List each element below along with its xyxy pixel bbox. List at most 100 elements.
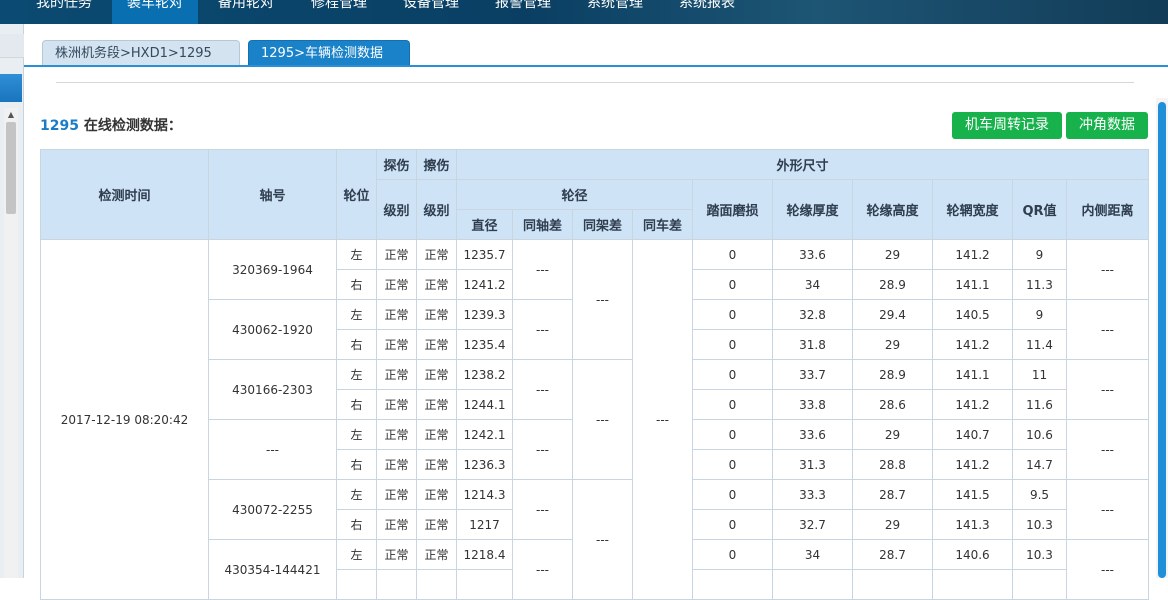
flange-height: 28.9 — [852, 359, 933, 390]
tab-underline — [24, 65, 1168, 67]
nav-item-system-reports[interactable]: 系统报表 — [676, 0, 738, 24]
scratch-level: 正常 — [416, 239, 457, 270]
divider — [56, 82, 1134, 83]
rim-width: 141.3 — [932, 509, 1013, 540]
rim-width: 141.5 — [932, 479, 1013, 510]
tread-wear: 0 — [692, 479, 773, 510]
tab-bar: 株洲机务段>HXD1>1295 1295>车辆检测数据 × — [24, 24, 1168, 87]
header-scratch-level: 级别 — [416, 179, 457, 240]
sidebar-active-item[interactable] — [0, 74, 22, 102]
flange-height: 28.9 — [852, 269, 933, 300]
flange-height: 28.6 — [852, 389, 933, 420]
axle-id: 430166-2303 — [208, 359, 337, 420]
tread-wear: 0 — [692, 449, 773, 480]
flange-thickness: 31.3 — [772, 449, 853, 480]
tread-wear: 0 — [692, 239, 773, 270]
flaw-level: 正常 — [376, 479, 417, 510]
same-axle-diff: --- — [512, 239, 573, 300]
impact-data-button[interactable]: 冲角数据 — [1066, 112, 1148, 139]
header-diameter: 直径 — [456, 209, 513, 240]
flange-height: 29 — [852, 239, 933, 270]
qr-value: 10.3 — [1012, 509, 1067, 540]
wheel-position: 左 — [336, 419, 377, 450]
wheel-position: 右 — [336, 449, 377, 480]
header-qr: QR值 — [1012, 179, 1067, 240]
same-axle-diff: --- — [512, 539, 573, 600]
scratch-level: 正常 — [416, 359, 457, 390]
rim-width: 140.7 — [932, 419, 1013, 450]
flaw-level: 正常 — [376, 329, 417, 360]
table-body: 2017-12-19 08:20:42 320369-1964 左 正常 正常 … — [40, 239, 1149, 600]
flaw-level: 正常 — [376, 269, 417, 300]
flaw-level: 正常 — [376, 449, 417, 480]
qr-value: 10.6 — [1012, 419, 1067, 450]
nav-item-system-management[interactable]: 系统管理 — [584, 0, 646, 24]
nav-item-device-management[interactable]: 设备管理 — [400, 0, 462, 24]
tab-locomotive[interactable]: 株洲机务段>HXD1>1295 — [42, 40, 240, 66]
header-tread-wear: 踏面磨损 — [692, 179, 773, 240]
flange-thickness: 34 — [772, 269, 853, 300]
qr-value — [1012, 569, 1067, 600]
header-flange-height: 轮缘高度 — [852, 179, 933, 240]
scroll-up-arrow-icon[interactable]: ▲ — [4, 108, 18, 122]
header-position: 轮位 — [336, 149, 377, 240]
scratch-level: 正常 — [416, 449, 457, 480]
diameter: 1241.2 — [456, 269, 513, 300]
scratch-level: 正常 — [416, 419, 457, 450]
turnover-record-button[interactable]: 机车周转记录 — [952, 112, 1062, 139]
nav-item-spare-wheelsets[interactable]: 备用轮对 — [216, 0, 276, 24]
scratch-level: 正常 — [416, 479, 457, 510]
inner-distance: --- — [1066, 419, 1149, 480]
axle-id: 320369-1964 — [208, 239, 337, 300]
axle-id: --- — [208, 419, 337, 480]
rim-width: 140.6 — [932, 539, 1013, 570]
wheel-position: 右 — [336, 329, 377, 360]
same-axle-diff: --- — [512, 359, 573, 420]
tab-detection-data[interactable]: 1295>车辆检测数据 × — [248, 40, 410, 87]
flange-thickness: 32.8 — [772, 299, 853, 330]
flange-thickness: 33.8 — [772, 389, 853, 420]
qr-value: 14.7 — [1012, 449, 1067, 480]
same-axle-diff: --- — [512, 299, 573, 360]
header-scratch: 擦伤 — [416, 149, 457, 180]
tread-wear: 0 — [692, 299, 773, 330]
scratch-level — [416, 569, 457, 600]
flange-thickness: 33.3 — [772, 479, 853, 510]
rim-width: 141.2 — [932, 389, 1013, 420]
flange-height: 29 — [852, 419, 933, 450]
flaw-level: 正常 — [376, 419, 417, 450]
diameter: 1242.1 — [456, 419, 513, 450]
sidebar-header — [0, 34, 24, 58]
nav-item-installed-wheelsets[interactable]: 装车轮对 — [112, 0, 198, 24]
flange-thickness: 33.6 — [772, 419, 853, 450]
header-axle: 轴号 — [208, 149, 337, 240]
header-inner-distance: 内侧距离 — [1066, 179, 1149, 240]
rim-width: 141.2 — [932, 449, 1013, 480]
flange-height: 29 — [852, 509, 933, 540]
nav-item-alarm-management[interactable]: 报警管理 — [492, 0, 554, 24]
sidebar-scroll-thumb[interactable] — [6, 122, 16, 214]
wheel-position: 右 — [336, 389, 377, 420]
nav-item-my-tasks[interactable]: 我的任务 — [34, 0, 94, 24]
scratch-level: 正常 — [416, 539, 457, 570]
scratch-level: 正常 — [416, 389, 457, 420]
qr-value: 9.5 — [1012, 479, 1067, 510]
page-scroll-thumb[interactable] — [1158, 102, 1166, 578]
diameter: 1238.2 — [456, 359, 513, 390]
diameter — [456, 569, 513, 600]
diameter: 1235.7 — [456, 239, 513, 270]
diameter: 1244.1 — [456, 389, 513, 420]
page-scrollbar[interactable] — [1156, 98, 1168, 578]
flange-thickness — [772, 569, 853, 600]
flange-thickness: 32.7 — [772, 509, 853, 540]
rim-width: 141.1 — [932, 359, 1013, 390]
page-title: 1295 在线检测数据： — [40, 115, 182, 135]
same-axle-diff: --- — [512, 419, 573, 480]
rim-width: 141.2 — [932, 329, 1013, 360]
rim-width: 141.1 — [932, 269, 1013, 300]
tread-wear — [692, 569, 773, 600]
nav-item-repair-management[interactable]: 修程管理 — [308, 0, 370, 24]
tread-wear: 0 — [692, 539, 773, 570]
close-icon[interactable]: × — [265, 73, 275, 87]
rim-width: 141.2 — [932, 239, 1013, 270]
